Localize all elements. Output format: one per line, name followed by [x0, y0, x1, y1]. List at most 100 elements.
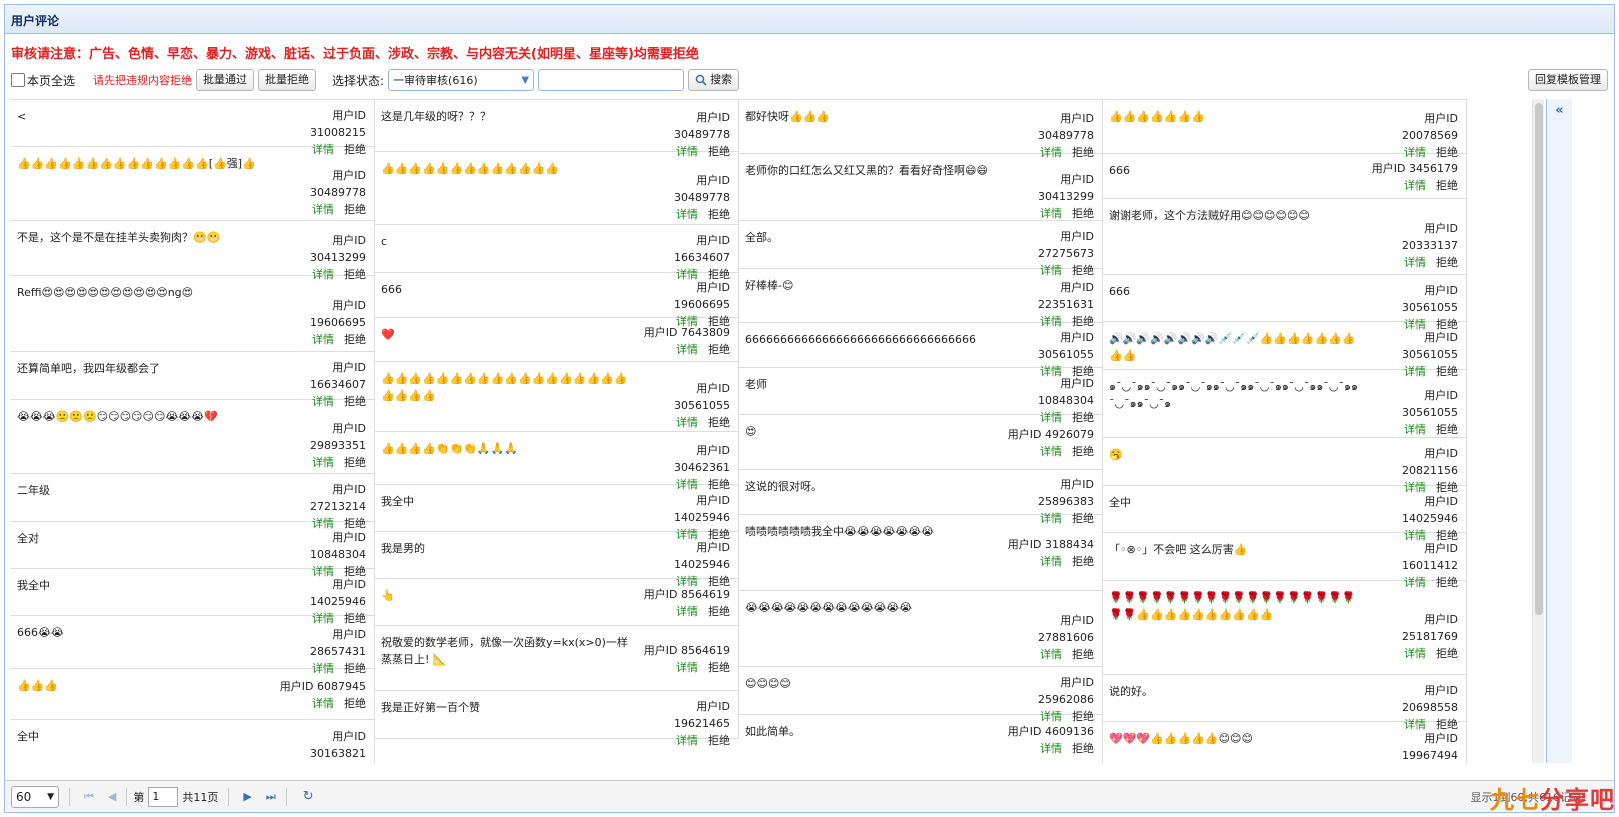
user-id: 用户ID 20333137	[1368, 220, 1458, 254]
user-id: 用户ID 30462361	[640, 442, 730, 476]
detail-link[interactable]: 详情	[676, 734, 698, 747]
next-page-icon[interactable]: ▶	[243, 790, 251, 803]
user-id-value: 30561055	[1402, 301, 1458, 314]
comment-text: 好棒棒-😊	[745, 279, 794, 292]
comment-row: 「◦⊗◦」不会吧 这么厉害👍 用户ID 16011412 详情 拒绝	[1103, 533, 1466, 589]
reject-link[interactable]: 拒绝	[1436, 179, 1458, 192]
detail-link[interactable]: 详情	[1404, 179, 1426, 192]
detail-link[interactable]: 详情	[312, 697, 334, 710]
user-id-label: 用户ID	[1060, 377, 1094, 390]
user-id-value: 27881606	[1038, 631, 1094, 644]
comment-row: 老师你的口红怎么又红又黑的？看看好奇怪啊😄😄 用户ID 30413299 详情 拒绝	[739, 154, 1102, 221]
select-all-checkbox[interactable]	[11, 73, 25, 87]
user-id: 用户ID 30163821	[276, 728, 366, 762]
comment-text: 我全中	[17, 579, 50, 592]
reject-link[interactable]: 拒绝	[1072, 742, 1094, 755]
comment-row: 🥱 用户ID 20821156 详情 拒绝	[1103, 438, 1466, 494]
user-id-value: 20078569	[1402, 129, 1458, 142]
user-id: 用户ID 3456179	[1368, 160, 1458, 177]
detail-link[interactable]: 详情	[1040, 555, 1062, 568]
select-all-label[interactable]: 本页全选	[27, 72, 75, 89]
detail-link[interactable]: 详情	[1404, 647, 1426, 660]
user-id: 用户ID 14025946	[1368, 493, 1458, 527]
detail-link[interactable]: 详情	[676, 605, 698, 618]
page-prefix: 第	[133, 790, 145, 804]
search-button[interactable]: 搜索	[688, 69, 740, 91]
reply-template-button[interactable]: 回复模板管理	[1528, 69, 1608, 91]
detail-link[interactable]: 详情	[1404, 256, 1426, 269]
user-id-value: 25962086	[1038, 693, 1094, 706]
comment-row: 👍👍👍👍👍👍👍👍👍👍👍👍👍👍👍👍👍👍👍👍👍👍 用户ID 30561055 详情 拒绝	[375, 362, 738, 432]
refresh-icon[interactable]: ↻	[303, 789, 314, 804]
detail-link[interactable]: 详情	[676, 208, 698, 221]
detail-link[interactable]: 详情	[1404, 423, 1426, 436]
reject-link[interactable]: 拒绝	[1072, 648, 1094, 661]
user-id-label: 用户ID	[696, 111, 730, 124]
user-id-label: 用户ID	[696, 382, 730, 395]
user-id-value: 14025946	[674, 511, 730, 524]
collapse-icon[interactable]: «	[1547, 103, 1572, 118]
detail-link[interactable]: 详情	[1040, 445, 1062, 458]
reject-link[interactable]: 拒绝	[344, 333, 366, 346]
user-id-value: 20821156	[1402, 464, 1458, 477]
user-id: 用户ID 20821156	[1368, 445, 1458, 479]
reject-link[interactable]: 拒绝	[1072, 207, 1094, 220]
comment-text: 二年级	[17, 484, 50, 497]
reject-link[interactable]: 拒绝	[708, 343, 730, 356]
user-id-value: 10848304	[1038, 394, 1094, 407]
batch-pass-button[interactable]: 批量通过	[196, 69, 255, 91]
reject-link[interactable]: 拒绝	[708, 416, 730, 429]
user-id-value: 30163821	[310, 747, 366, 760]
detail-link[interactable]: 详情	[1040, 742, 1062, 755]
detail-link[interactable]: 详情	[1040, 648, 1062, 661]
first-page-icon[interactable]: ⏮	[84, 790, 94, 804]
detail-link[interactable]: 详情	[1040, 207, 1062, 220]
detail-link[interactable]: 详情	[312, 333, 334, 346]
comment-row: 😭😭😭😭😭😭😭😭😭😭😭😭😭 用户ID 27881606 详情 拒绝	[739, 591, 1102, 667]
page-number-input[interactable]: 1	[148, 786, 179, 807]
prev-page-icon[interactable]: ◀	[108, 790, 116, 803]
comment-text: 🔊🔊🔊🔊🔊🔊🔊🔊💉💉💉👍👍👍👍👍👍👍👍👍	[1109, 332, 1356, 362]
reject-link[interactable]: 拒绝	[1072, 445, 1094, 458]
detail-link[interactable]: 详情	[676, 416, 698, 429]
scrollbar-thumb[interactable]	[1535, 103, 1543, 615]
comment-row: 好棒棒-😊 用户ID 22351631 详情 拒绝	[739, 269, 1102, 328]
detail-link[interactable]: 详情	[676, 343, 698, 356]
reject-link[interactable]: 拒绝	[344, 697, 366, 710]
user-id-value: 30489778	[1038, 129, 1094, 142]
comment-row: 😭😭😭🙁🙁🙁😏😏😏😏😏😏😭😭😭💔 用户ID 29893351 详情 拒绝	[11, 400, 374, 474]
user-id: 用户ID 30561055	[1368, 282, 1458, 316]
user-id-value: 31008215	[310, 126, 366, 139]
comment-text: 😭😭😭🙁🙁🙁😏😏😏😏😏😏😭😭😭💔	[17, 410, 218, 423]
comment-row: 说的好。 用户ID 20698558 详情 拒绝	[1103, 675, 1466, 731]
comment-row: 全中用户ID 30163821详情拒绝	[11, 720, 374, 763]
reject-link[interactable]: 拒绝	[708, 208, 730, 221]
reject-link[interactable]: 拒绝	[708, 661, 730, 674]
detail-link[interactable]: 详情	[312, 203, 334, 216]
last-page-icon[interactable]: ⏭	[266, 790, 276, 804]
comment-row: 全部。 用户ID 27275673 详情 拒绝	[739, 221, 1102, 277]
status-select[interactable]: 一审待审核(616) ▼	[388, 69, 535, 91]
user-id-label: 用户ID	[1060, 112, 1094, 125]
reject-link[interactable]: 拒绝	[1072, 555, 1094, 568]
comment-text: 👍👍👍👍👏👏👏🙏🙏🙏	[381, 442, 518, 455]
detail-link[interactable]: 详情	[676, 661, 698, 674]
reject-link[interactable]: 拒绝	[1436, 256, 1458, 269]
user-id: 用户ID 20698558	[1368, 682, 1458, 716]
user-id-label: 用户ID	[696, 174, 730, 187]
reject-link[interactable]: 拒绝	[708, 605, 730, 618]
user-id: 用户ID 7643809	[640, 324, 730, 341]
reject-link[interactable]: 拒绝	[1436, 423, 1458, 436]
reject-link[interactable]: 拒绝	[344, 456, 366, 469]
batch-reject-button[interactable]: 批量拒绝	[258, 69, 317, 91]
page-size-select[interactable]: 60 ▼	[11, 785, 59, 808]
reject-link[interactable]: 拒绝	[344, 203, 366, 216]
reject-link[interactable]: 拒绝	[708, 734, 730, 747]
user-id-label: 用户ID	[332, 109, 366, 122]
detail-link[interactable]: 详情	[312, 456, 334, 469]
grid-scrollbar[interactable]	[1532, 99, 1544, 763]
search-input[interactable]	[538, 69, 685, 91]
comment-row: 👆 用户ID 8564619 详情 拒绝	[375, 579, 738, 626]
reject-link[interactable]: 拒绝	[1436, 647, 1458, 660]
comment-row: 这说的很对呀。 用户ID 25896383 详情 拒绝	[739, 470, 1102, 525]
